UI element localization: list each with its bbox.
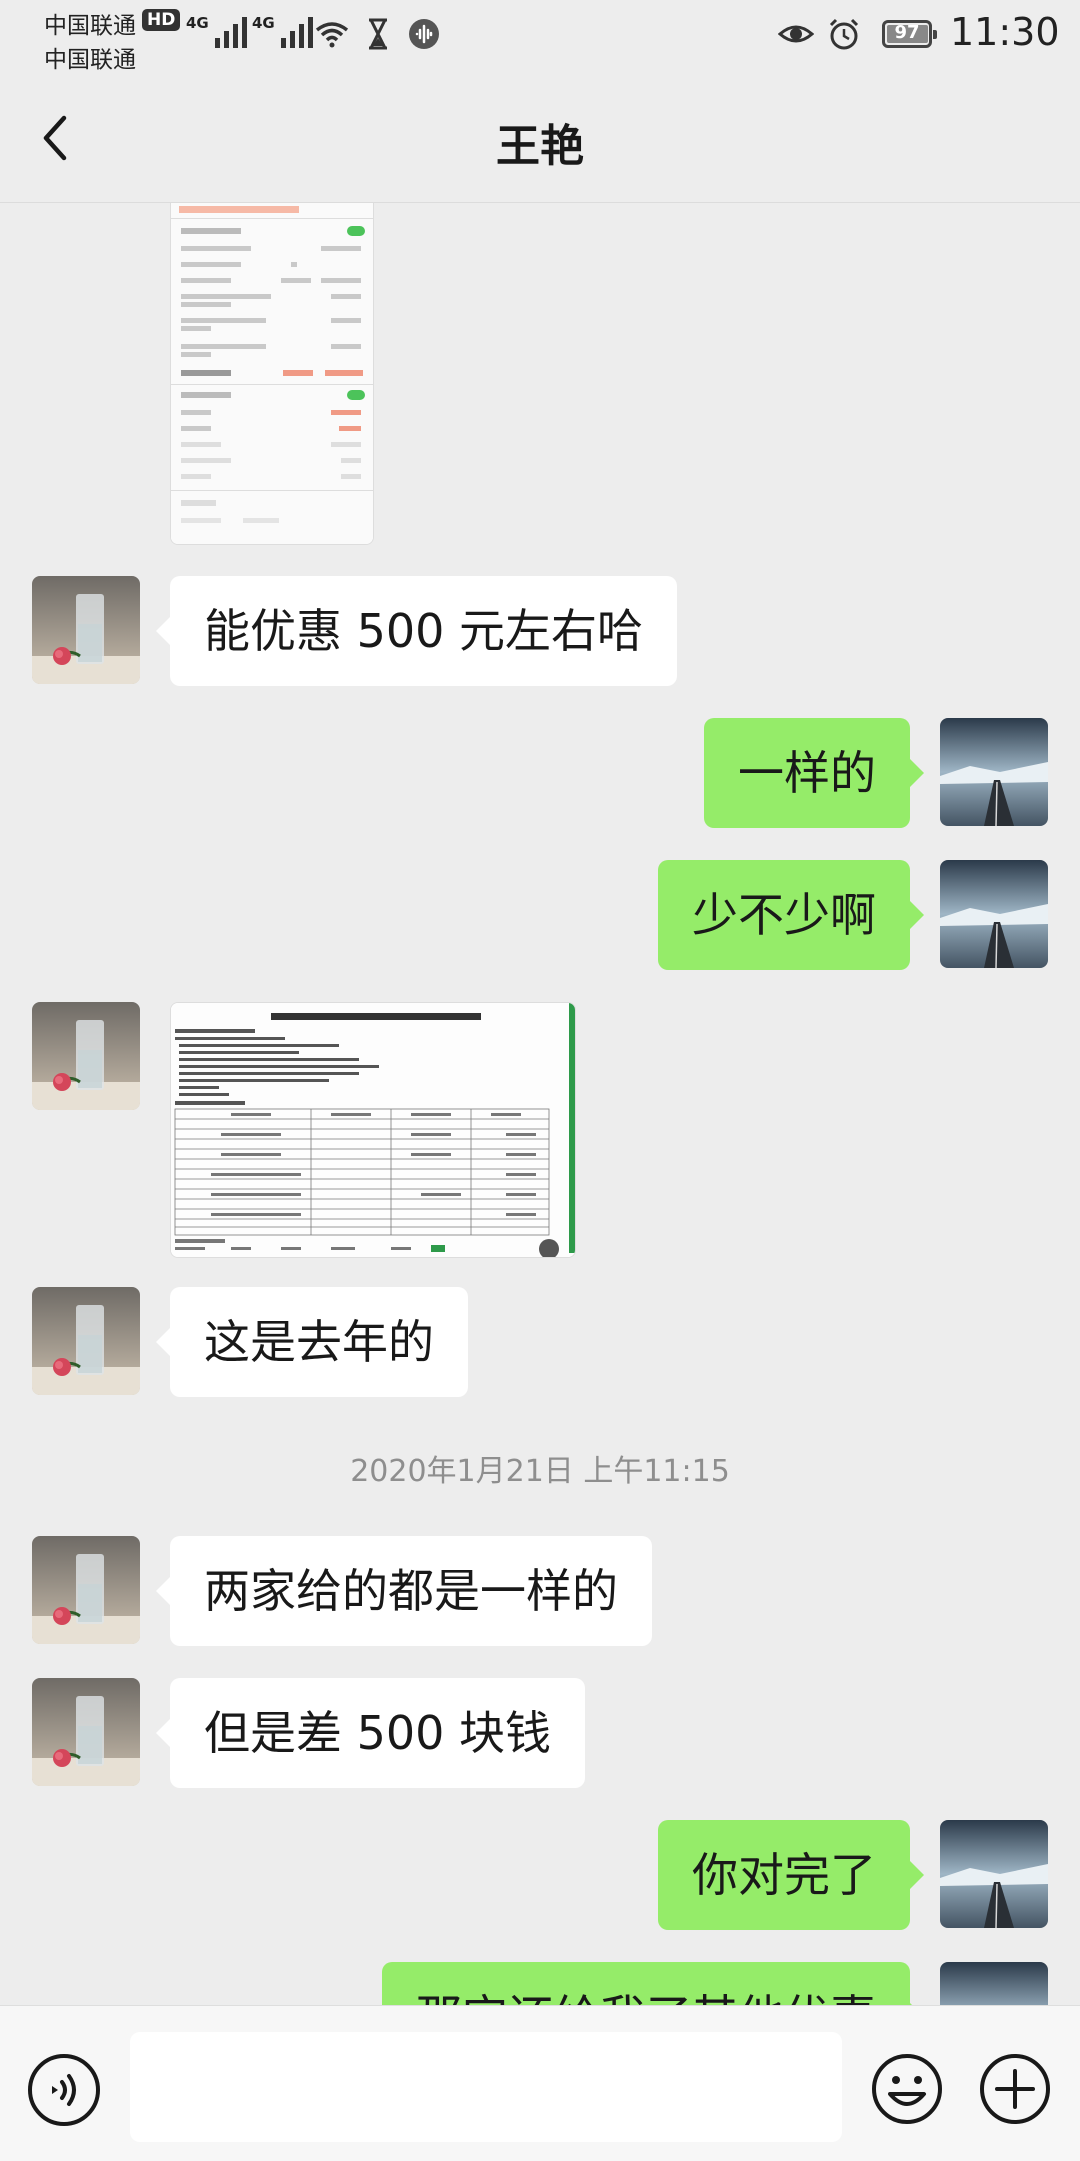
message-timestamp: 2020年1月21日 上午11:15 xyxy=(350,1454,730,1489)
message-bubble-received[interactable]: 两家给的都是一样的 xyxy=(156,1536,652,1646)
contact-avatar[interactable] xyxy=(32,576,140,684)
contact-avatar[interactable] xyxy=(32,1002,140,1110)
battery-level: 97 xyxy=(894,22,920,43)
my-avatar[interactable] xyxy=(940,1962,1048,2005)
message-bubble-received[interactable]: 但是差 500 块钱 xyxy=(155,1678,586,1788)
carrier-name: 中国联通 xyxy=(44,13,136,39)
battery-icon: 97 xyxy=(882,20,937,48)
contact-avatar[interactable] xyxy=(32,1536,140,1644)
image-message-insurance-form[interactable] xyxy=(170,1002,576,1258)
alarm-icon xyxy=(829,18,859,50)
voice-input-button[interactable] xyxy=(28,2054,100,2126)
chat-header: 王艳 xyxy=(0,72,1080,203)
my-avatar[interactable] xyxy=(940,860,1048,968)
message-bubble-sent[interactable]: 你对完了 xyxy=(658,1820,924,1930)
insurance-form-image xyxy=(171,1003,575,1257)
signal-icon-2: 4G xyxy=(252,14,313,48)
contact-avatar[interactable] xyxy=(32,1287,140,1395)
contact-avatar[interactable] xyxy=(32,1678,140,1786)
emoji-icon[interactable] xyxy=(870,2052,944,2126)
status-bar: 中国联通 中国联通 HD 4G 4G 97 11:30 xyxy=(0,0,1080,73)
wifi-icon xyxy=(315,22,349,48)
signal-icon: 4G xyxy=(186,14,247,48)
my-avatar[interactable] xyxy=(940,718,1048,826)
voice-icon xyxy=(52,2074,76,2106)
message-input-bar xyxy=(0,2005,1080,2161)
audio-icon xyxy=(409,19,439,49)
image-message-quote-screenshot[interactable] xyxy=(170,203,374,545)
contact-name: 王艳 xyxy=(496,121,584,172)
hd-badge: HD xyxy=(142,9,181,31)
message-bubble-sent[interactable]: 那宝还给我了其他优惠 xyxy=(382,1962,924,2005)
hourglass-icon xyxy=(369,18,387,50)
eye-icon xyxy=(778,25,814,43)
message-bubble-received[interactable]: 能优惠 500 元左右哈 xyxy=(155,576,678,686)
message-list[interactable]: 能优惠 500 元左右哈 一样的 少不少啊 这是去年的 2020年1月21日 上… xyxy=(0,203,1080,2005)
status-time: 11:30 xyxy=(950,10,1060,54)
more-plus-icon[interactable] xyxy=(978,2052,1052,2126)
message-bubble-sent[interactable]: 少不少啊 xyxy=(658,860,924,970)
message-bubble-sent[interactable]: 一样的 xyxy=(704,718,924,828)
insurance-quote-image xyxy=(171,203,373,544)
carrier-name-secondary: 中国联通 xyxy=(44,47,136,73)
message-text-input[interactable] xyxy=(130,2032,842,2142)
message-bubble-received[interactable]: 这是去年的 xyxy=(156,1287,468,1397)
my-avatar[interactable] xyxy=(940,1820,1048,1928)
